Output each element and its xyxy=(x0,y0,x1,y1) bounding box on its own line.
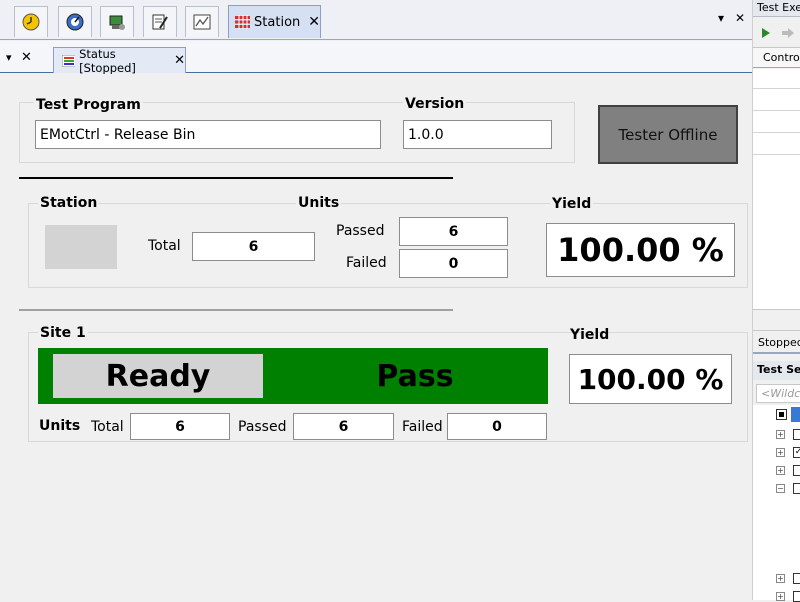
station-total-field: 6 xyxy=(192,232,315,261)
tab-status-close-icon[interactable]: ✕ xyxy=(174,53,185,68)
site-total-label: Total xyxy=(91,419,124,435)
window-close-icon[interactable]: ✕ xyxy=(735,11,745,25)
station-yield-field: 100.00 % xyxy=(546,223,735,277)
station-yield-label: Yield xyxy=(550,196,594,212)
site-failed-label: Failed xyxy=(402,419,443,435)
version-field[interactable]: 1.0.0 xyxy=(403,120,552,149)
divider-top xyxy=(19,177,453,179)
tab-overview[interactable] xyxy=(14,6,48,37)
site-total-field: 6 xyxy=(130,413,230,440)
site-units-label: Units xyxy=(39,418,81,434)
site-result-text: Pass xyxy=(376,358,454,394)
station-total-label: Total xyxy=(148,238,181,254)
site-label: Site 1 xyxy=(38,325,88,341)
status-list-icon xyxy=(62,54,76,67)
station-icon xyxy=(235,15,251,29)
test-exec-title: Test Exe xyxy=(753,0,800,17)
tab-status[interactable]: Status [Stopped] ✕ xyxy=(53,46,186,75)
tab-station-close-icon[interactable]: ✕ xyxy=(308,14,320,30)
tab-editor[interactable] xyxy=(143,6,177,37)
test-program-label: Test Program xyxy=(34,97,143,113)
station-failed-label: Failed xyxy=(346,255,387,271)
tree-collapse[interactable]: − xyxy=(776,484,785,493)
tab-status-label: Status [Stopped] xyxy=(79,46,136,75)
site-state-indicator: Ready xyxy=(53,354,263,398)
station-label: Station xyxy=(38,195,100,211)
tree-expand[interactable]: + xyxy=(776,574,785,583)
site-yield-label: Yield xyxy=(570,327,610,343)
tree-checkbox[interactable] xyxy=(793,591,800,602)
stopped-status: Stopped xyxy=(758,336,800,349)
tree-expand[interactable]: + xyxy=(776,448,785,457)
step-icon[interactable] xyxy=(781,27,795,39)
tester-icon xyxy=(109,15,125,30)
divider-mid xyxy=(19,309,453,311)
station-passed-label: Passed xyxy=(336,223,385,239)
station-indicator xyxy=(45,225,117,269)
tab-gauge[interactable] xyxy=(58,6,92,37)
site-passed-field: 6 xyxy=(293,413,394,440)
play-icon[interactable] xyxy=(761,27,771,39)
wildcard-filter-input[interactable]: <Wildca xyxy=(756,384,800,403)
site-passed-label: Passed xyxy=(238,419,287,435)
tab-tester[interactable] xyxy=(100,6,134,37)
tab-chart[interactable] xyxy=(185,6,219,37)
site-failed-field: 0 xyxy=(447,413,547,440)
control-tab[interactable]: Contro xyxy=(753,47,800,68)
version-label: Version xyxy=(403,96,467,112)
tree-checkbox[interactable] xyxy=(793,429,800,440)
gauge-icon xyxy=(66,13,84,31)
sub-tab-strip: ▾ ✕ Status [Stopped] ✕ xyxy=(0,41,752,75)
edit-icon xyxy=(152,14,168,30)
tree-expand[interactable]: + xyxy=(776,430,785,439)
tree-root-checkbox[interactable] xyxy=(776,409,787,420)
status-panel: Test Program EMotCtrl - Release Bin Vers… xyxy=(0,74,752,600)
tree-checkbox[interactable] xyxy=(793,483,800,494)
clock-icon xyxy=(22,13,40,31)
tab-station[interactable]: Station ✕ xyxy=(228,5,321,38)
test-sel-title: Test Sel xyxy=(753,361,800,380)
window-menu-icon[interactable]: ▾ xyxy=(718,11,724,25)
tree-checkbox[interactable] xyxy=(793,573,800,584)
site-yield-field: 100.00 % xyxy=(569,354,732,404)
tree-checkbox[interactable]: ✓ xyxy=(793,447,800,458)
station-failed-field: 0 xyxy=(399,249,508,278)
test-program-field[interactable]: EMotCtrl - Release Bin xyxy=(35,120,381,149)
tree-checkbox[interactable] xyxy=(793,465,800,476)
tree-expand[interactable]: + xyxy=(776,466,785,475)
sub-menu-icon[interactable]: ▾ xyxy=(6,51,12,64)
tab-station-label: Station xyxy=(254,14,301,30)
sub-close-icon[interactable]: ✕ xyxy=(21,50,32,65)
exec-scroll-area xyxy=(753,309,800,331)
right-dock: Test Exe Contro Stopped Test Sel <Wildca… xyxy=(752,0,800,602)
station-units-label: Units xyxy=(296,195,342,211)
chart-icon xyxy=(193,14,211,30)
exec-list xyxy=(753,69,800,309)
tester-offline-button[interactable]: Tester Offline xyxy=(598,105,738,164)
station-passed-field: 6 xyxy=(399,217,508,246)
top-tab-strip: Station ✕ ▾ ✕ xyxy=(0,0,752,40)
